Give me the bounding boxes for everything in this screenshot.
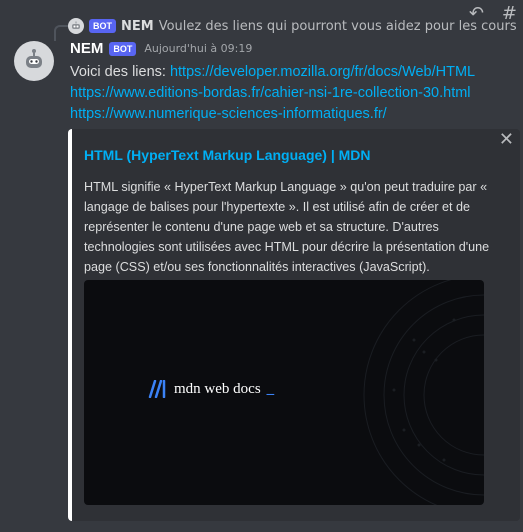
embed-description: HTML signifie « HyperText Markup Languag… [84,180,490,274]
link-numerique-sciences[interactable]: https://www.numerique-sciences-informati… [70,104,520,125]
message-intro-text: Voici des liens: [70,64,166,80]
mdn-logo-cursor: _ [266,380,275,397]
robot-icon [26,49,42,68]
reply-author-name[interactable]: NEM [121,19,154,34]
avatar[interactable] [14,41,54,81]
message-content: Voici des liens: https://developer.mozil… [70,62,520,125]
embed-title[interactable]: HTML (HyperText Markup Language) | MDN [84,147,371,163]
author-name[interactable]: NEM [70,40,103,57]
embed-image[interactable]: mdn web docs _ [84,280,484,505]
background-pattern [363,280,484,505]
robot-icon [72,21,80,29]
reply-bot-tag: BOT [89,19,116,33]
mdn-logo-icon [148,380,166,398]
mdn-logo-text: mdn web docs [174,380,261,397]
reply-preview-text[interactable]: Voulez des liens qui pourront vous aidez… [159,19,517,34]
timestamp: Aujourd'hui à 09:19 [144,42,253,55]
mdn-logo: mdn web docs _ [148,380,274,398]
message-header: NEM BOT Aujourd'hui à 09:19 [70,40,252,57]
link-mdn-html[interactable]: https://developer.mozilla.org/fr/docs/We… [170,64,475,80]
message-first-line: Voici des liens: https://developer.mozil… [70,62,520,83]
reply-avatar[interactable] [68,18,84,34]
link-embed: ✕ HTML (HyperText Markup Language) | MDN… [68,129,520,521]
bot-tag: BOT [109,41,137,56]
close-icon[interactable]: ✕ [499,131,514,149]
link-editions-bordas[interactable]: https://www.editions-bordas.fr/cahier-ns… [70,83,520,104]
reply-reference[interactable]: BOT NEM Voulez des liens qui pourront vo… [68,17,517,35]
